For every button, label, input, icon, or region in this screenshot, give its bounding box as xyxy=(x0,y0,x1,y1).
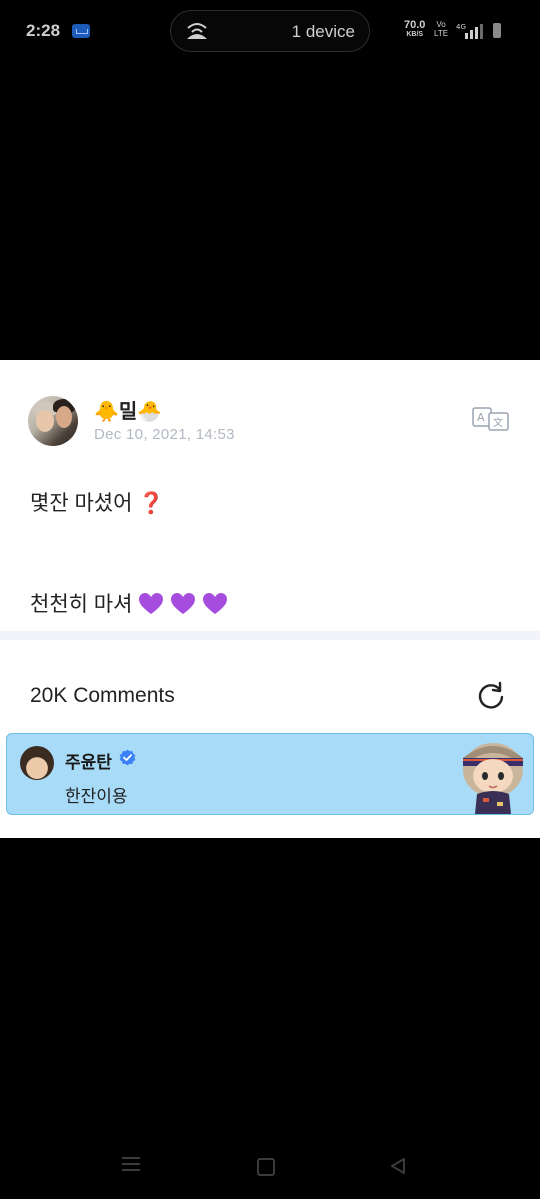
menu-icon[interactable] xyxy=(122,1157,140,1171)
purple-heart-emoji xyxy=(203,593,228,614)
character-sticker xyxy=(463,743,523,814)
post-text-line-2-text: 천천히 마셔 xyxy=(30,593,133,616)
svg-text:A: A xyxy=(477,411,485,424)
hotspot-icon xyxy=(187,23,207,39)
post-user-name[interactable]: 🐥밀🐣 xyxy=(94,395,162,424)
purple-heart-emoji xyxy=(171,593,196,614)
comments-count: 20K Comments xyxy=(30,684,175,707)
hotspot-indicator[interactable]: 1 device xyxy=(170,10,370,52)
back-icon[interactable] xyxy=(389,1157,407,1175)
network-type: 4G xyxy=(456,23,466,31)
comment-item[interactable]: 주윤탄 한잔이용 xyxy=(6,733,534,815)
post-text-line-2: 천천히 마셔 xyxy=(30,588,228,618)
user-avatar[interactable] xyxy=(28,396,78,446)
volte-top: Vo xyxy=(436,20,446,29)
battery-icon xyxy=(493,23,501,38)
purple-heart-emoji xyxy=(139,593,164,614)
navigation-bar xyxy=(0,1140,540,1190)
svg-text:文: 文 xyxy=(493,416,503,429)
network-speed-unit: KB/S xyxy=(406,31,424,38)
comment-author[interactable]: 주윤탄 xyxy=(65,748,112,773)
purple-hearts xyxy=(132,593,228,616)
hotspot-label: 1 device xyxy=(291,22,355,41)
verified-badge-icon xyxy=(119,749,136,766)
volte-indicator: Vo LTE xyxy=(434,20,448,38)
post-date: Dec 10, 2021, 14:53 xyxy=(94,426,235,443)
home-icon[interactable] xyxy=(257,1158,275,1176)
status-bar: 2:28 1 device 70.0 KB/S Vo LTE 4G xyxy=(0,0,540,62)
signal-icon: 4G xyxy=(456,23,483,39)
section-divider xyxy=(0,631,540,640)
network-speed: 70.0 KB/S xyxy=(404,20,425,40)
comment-avatar[interactable] xyxy=(20,746,54,780)
volte-bottom: LTE xyxy=(434,29,449,38)
translate-icon[interactable]: A 文 xyxy=(472,406,510,432)
post-text-line-1: 몇잔 마셨어 ❓ xyxy=(30,487,164,517)
status-time: 2:28 xyxy=(26,21,61,40)
post-card: 🐥밀🐣 Dec 10, 2021, 14:53 A 文 몇잔 마셨어 ❓ 천천히… xyxy=(0,360,540,838)
app-notification-icon xyxy=(72,24,90,38)
post-text-line-1-text: 몇잔 마셨어 xyxy=(30,492,133,515)
refresh-icon[interactable] xyxy=(476,680,506,710)
comment-text: 한잔이용 xyxy=(65,787,128,806)
question-mark-emoji: ❓ xyxy=(138,492,165,515)
